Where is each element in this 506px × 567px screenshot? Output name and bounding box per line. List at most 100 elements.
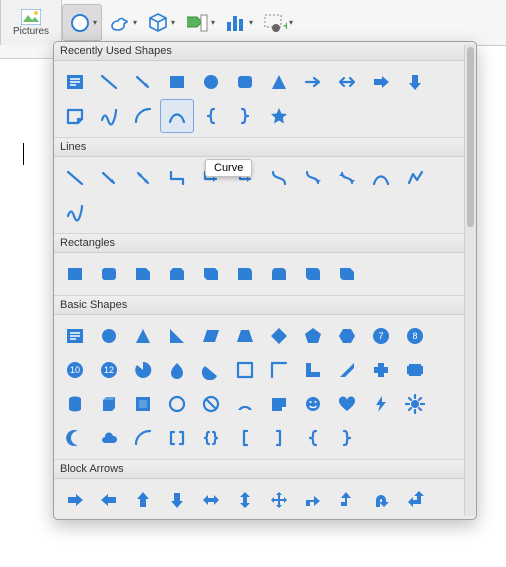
shape-no-symbol[interactable]	[194, 387, 228, 421]
shape-uturn-arrow[interactable]	[364, 483, 398, 517]
shape-rounded-rectangle[interactable]	[92, 257, 126, 291]
shape-left-right-arrow[interactable]	[194, 483, 228, 517]
shape-curved-arrow-connector[interactable]	[296, 161, 330, 195]
shape-left-right-arrow-thin[interactable]	[330, 65, 364, 99]
shape-diamond[interactable]	[262, 319, 296, 353]
shape-parallelogram[interactable]	[194, 319, 228, 353]
shape-quad-arrow[interactable]	[262, 483, 296, 517]
shape-hexagon[interactable]	[330, 319, 364, 353]
shape-plaque[interactable]	[398, 353, 432, 387]
shape-cloud[interactable]	[92, 421, 126, 455]
shape-star-5[interactable]	[262, 99, 296, 133]
shape-down-arrow[interactable]	[160, 483, 194, 517]
3d-models-button[interactable]: ▾	[141, 0, 180, 45]
shape-rectangle[interactable]	[160, 65, 194, 99]
shape-notched-right-arrow[interactable]	[262, 517, 296, 519]
shape-pie[interactable]	[126, 353, 160, 387]
shape-right-bracket[interactable]	[262, 421, 296, 455]
shape-freeform[interactable]	[398, 161, 432, 195]
shape-up-down-arrow[interactable]	[228, 483, 262, 517]
shapes-button[interactable]: ▾	[62, 4, 102, 41]
shape-folded-corner-2[interactable]	[262, 387, 296, 421]
shape-bent-up-arrow[interactable]	[58, 517, 92, 519]
shape-diagonal-stripe[interactable]	[330, 353, 364, 387]
shape-heptagon[interactable]: 7	[364, 319, 398, 353]
shape-right-callout[interactable]	[364, 517, 398, 519]
shape-octagon[interactable]: 8	[398, 319, 432, 353]
shape-line[interactable]	[92, 65, 126, 99]
shape-down-callout[interactable]	[398, 517, 432, 519]
chart-button[interactable]: ▾	[219, 0, 258, 45]
shape-right-block-arrow[interactable]	[364, 65, 398, 99]
shape-right-arrow[interactable]	[58, 483, 92, 517]
shape-left-brace[interactable]	[194, 99, 228, 133]
shape-right-brace[interactable]	[330, 421, 364, 455]
shape-curved-left-arrow[interactable]	[126, 517, 160, 519]
shape-double-bracket[interactable]	[160, 421, 194, 455]
shape-curved-double-arrow[interactable]	[330, 161, 364, 195]
shape-isoceles-triangle[interactable]	[262, 65, 296, 99]
shape-curve[interactable]	[364, 161, 398, 195]
shape-scribble[interactable]	[58, 195, 92, 229]
shape-lightning[interactable]	[364, 387, 398, 421]
shape-arc[interactable]	[126, 99, 160, 133]
shape-heart[interactable]	[330, 387, 364, 421]
shape-plus[interactable]	[364, 353, 398, 387]
shape-curved-connector[interactable]	[262, 161, 296, 195]
scrollbar-thumb[interactable]	[467, 47, 474, 227]
shape-up-arrow[interactable]	[126, 483, 160, 517]
shape-chord[interactable]	[194, 353, 228, 387]
shape-moon[interactable]	[58, 421, 92, 455]
insert-object-button[interactable]: ▾	[180, 0, 219, 45]
shape-sun[interactable]	[398, 387, 432, 421]
shape-round-same-side[interactable]	[262, 257, 296, 291]
shape-right-brace[interactable]	[228, 99, 262, 133]
shape-pentagon[interactable]	[296, 319, 330, 353]
shape-curved-down-arrow[interactable]	[194, 517, 228, 519]
shape-striped-right-arrow[interactable]	[228, 517, 262, 519]
screenshot-button[interactable]: + ▾	[258, 0, 297, 45]
gallery-scrollbar[interactable]	[464, 45, 476, 516]
shape-round-diagonal[interactable]	[296, 257, 330, 291]
shape-scribble[interactable]	[92, 99, 126, 133]
shape-half-frame[interactable]	[262, 353, 296, 387]
shape-text-box[interactable]	[58, 319, 92, 353]
shape-rounded-rectangle[interactable]	[228, 65, 262, 99]
shape-frame[interactable]	[228, 353, 262, 387]
shape-smiley[interactable]	[296, 387, 330, 421]
shape-right-arrow-thin[interactable]	[296, 65, 330, 99]
shape-teardrop[interactable]	[160, 353, 194, 387]
shape-curved-right-arrow[interactable]	[92, 517, 126, 519]
shape-arc-line[interactable]	[126, 421, 160, 455]
shape-double-brace[interactable]	[194, 421, 228, 455]
shape-single-round-corner[interactable]	[228, 257, 262, 291]
shape-elbow-connector[interactable]	[160, 161, 194, 195]
shape-ellipse[interactable]	[92, 319, 126, 353]
shape-trapezoid[interactable]	[228, 319, 262, 353]
shape-snip-round[interactable]	[330, 257, 364, 291]
shape-ellipse[interactable]	[194, 65, 228, 99]
shape-left-arrow[interactable]	[92, 483, 126, 517]
shape-curve[interactable]	[160, 99, 194, 133]
shape-bevel[interactable]	[126, 387, 160, 421]
shape-line-double-arrow[interactable]	[126, 161, 160, 195]
shape-down-block-arrow[interactable]	[398, 65, 432, 99]
shape-line-arrow[interactable]	[92, 161, 126, 195]
shape-bent-arrow-right[interactable]	[296, 483, 330, 517]
shape-left-up-arrow[interactable]	[398, 483, 432, 517]
shape-block-arc[interactable]	[228, 387, 262, 421]
shape-snip-single-corner[interactable]	[126, 257, 160, 291]
shape-cube[interactable]	[92, 387, 126, 421]
shape-folded-corner[interactable]	[58, 99, 92, 133]
shape-decagon[interactable]: 10	[58, 353, 92, 387]
shape-right-triangle[interactable]	[160, 319, 194, 353]
shape-can[interactable]	[58, 387, 92, 421]
pictures-button[interactable]: Pictures	[0, 0, 62, 45]
shape-chevron[interactable]	[330, 517, 364, 519]
shape-text-box[interactable]	[58, 65, 92, 99]
shape-line[interactable]	[58, 161, 92, 195]
smartart-button[interactable]: ▾	[102, 0, 141, 45]
shape-curved-up-arrow[interactable]	[160, 517, 194, 519]
shape-home-plate[interactable]	[296, 517, 330, 519]
shape-isoceles-triangle[interactable]	[126, 319, 160, 353]
